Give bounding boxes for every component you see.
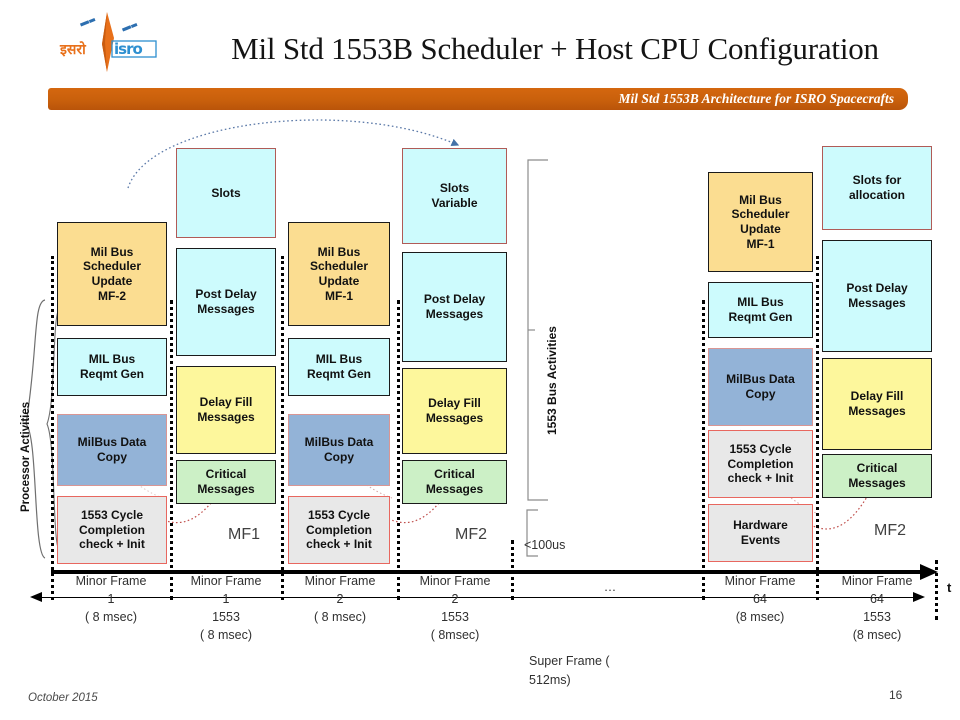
timeline-sub-4: 1553 ( 8msec) [430, 610, 480, 643]
box-critical-messages-2[interactable]: Critical Messages [402, 460, 507, 504]
svg-text:isro: isro [114, 40, 142, 58]
box-slots[interactable]: Slots [176, 148, 276, 238]
timeline-sub-1: ( 8 msec) [84, 610, 138, 624]
column-separator-7 [816, 256, 819, 600]
column-separator-4 [397, 300, 400, 600]
box-mil-bus-reqmt-gen-1[interactable]: MIL Bus Reqmt Gen [57, 338, 167, 396]
box-1553-cycle-completion-3[interactable]: 1553 Cycle Completion check + Init [708, 430, 813, 498]
box-critical-messages-1[interactable]: Critical Messages [176, 460, 276, 504]
column-separator-2 [170, 300, 173, 600]
column-separator-1 [51, 256, 54, 600]
section-banner: Mil Std 1553B Architecture for ISRO Spac… [48, 88, 908, 110]
box-critical-messages-3[interactable]: Critical Messages [822, 454, 932, 498]
timeline-label-1: Minor Frame 1 [75, 574, 147, 607]
box-milbus-data-copy-2[interactable]: MilBus Data Copy [288, 414, 390, 486]
box-post-delay-messages-2[interactable]: Post Delay Messages [402, 252, 507, 362]
timeline-ellipsis: … [603, 580, 617, 594]
box-delay-fill-messages-1[interactable]: Delay Fill Messages [176, 366, 276, 454]
minor-frame-tag-mf2-a: MF2 [455, 526, 487, 543]
box-post-delay-messages-3[interactable]: Post Delay Messages [822, 240, 932, 352]
timeline-label-2: Minor Frame 1 [190, 574, 262, 607]
box-mil-bus-scheduler-update-mf2[interactable]: Mil Bus Scheduler Update MF-2 [57, 222, 167, 326]
page-number: 16 [889, 688, 903, 702]
timeline-sub-3: ( 8 msec) [313, 610, 367, 624]
box-post-delay-messages-1[interactable]: Post Delay Messages [176, 248, 276, 356]
box-hardware-events[interactable]: Hardware Events [708, 504, 813, 562]
timeline-label-6: Minor Frame 64 [841, 574, 913, 607]
timeline-label-4: Minor Frame 2 [419, 574, 491, 607]
box-1553-cycle-completion-1[interactable]: 1553 Cycle Completion check + Init [57, 496, 167, 564]
box-mil-bus-scheduler-update-mf1-a[interactable]: Mil Bus Scheduler Update MF-1 [288, 222, 390, 326]
box-slots-for-allocation[interactable]: Slots for allocation [822, 146, 932, 230]
timeline-sub-5: (8 msec) [735, 610, 785, 624]
box-milbus-data-copy-1[interactable]: MilBus Data Copy [57, 414, 167, 486]
box-delay-fill-messages-2[interactable]: Delay Fill Messages [402, 368, 507, 454]
minor-frame-tag-mf2-b: MF2 [874, 522, 906, 539]
box-1553-cycle-completion-2[interactable]: 1553 Cycle Completion check + Init [288, 496, 390, 564]
column-separator-6 [702, 300, 705, 600]
super-frame-label: Super Frame ( 512ms) [529, 654, 610, 687]
box-slots-variable[interactable]: Slots Variable [402, 148, 507, 244]
timeline-sub-6: 1553 (8 msec) [852, 610, 902, 643]
time-axis-label: t [947, 580, 952, 595]
bus-activities-label: 1553 Bus Activities [545, 326, 559, 435]
slide-canvas: इसरो isro Mil Std 1553B Scheduler + Host… [0, 0, 960, 720]
timeline-label-5: Minor Frame 64 [724, 574, 796, 607]
box-mil-bus-reqmt-gen-3[interactable]: MIL Bus Reqmt Gen [708, 282, 813, 338]
gap-note-label: <100us [524, 538, 566, 552]
footer-date: October 2015 [28, 692, 98, 704]
processor-activities-label: Processor Activities [20, 401, 32, 512]
box-mil-bus-scheduler-update-mf1-b[interactable]: Mil Bus Scheduler Update MF-1 [708, 172, 813, 272]
box-milbus-data-copy-3[interactable]: MilBus Data Copy [708, 348, 813, 426]
isro-logo: इसरो isro [52, 8, 162, 76]
minor-frame-tag-mf1: MF1 [228, 526, 260, 543]
timeline-sub-2: 1553 ( 8 msec) [199, 610, 253, 643]
box-mil-bus-reqmt-gen-2[interactable]: MIL Bus Reqmt Gen [288, 338, 390, 396]
section-banner-label: Mil Std 1553B Architecture for ISRO Spac… [618, 91, 894, 106]
column-separator-8 [935, 560, 938, 620]
box-delay-fill-messages-3[interactable]: Delay Fill Messages [822, 358, 932, 450]
column-separator-3 [281, 256, 284, 600]
page-title: Mil Std 1553B Scheduler + Host CPU Confi… [231, 31, 879, 66]
svg-text:इसरो: इसरो [59, 41, 87, 58]
timeline-label-3: Minor Frame 2 [304, 574, 376, 607]
